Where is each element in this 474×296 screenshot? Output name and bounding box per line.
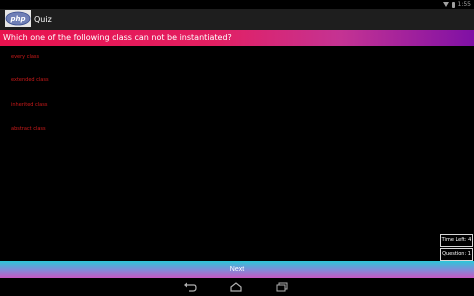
question-banner: Which one of the following class can not…: [0, 30, 474, 46]
recents-icon[interactable]: [275, 282, 289, 292]
app-title: Quiz: [34, 15, 52, 24]
option-2[interactable]: extended class: [11, 77, 49, 84]
status-icons: 1:55: [442, 0, 471, 9]
question-number-box: Question: 1: [440, 248, 473, 261]
home-icon[interactable]: [229, 282, 243, 292]
time-left-box: Time Left: 4: [440, 234, 473, 247]
status-clock: 1:55: [457, 1, 471, 8]
action-bar: php Quiz: [0, 9, 474, 30]
next-button[interactable]: Next: [0, 261, 474, 278]
option-4[interactable]: abstract class: [11, 126, 46, 133]
option-1[interactable]: every class: [11, 54, 39, 61]
back-icon[interactable]: [183, 282, 197, 292]
battery-icon: [451, 1, 455, 8]
next-button-label: Next: [229, 266, 245, 273]
wifi-icon: [442, 2, 449, 7]
logo-text: php: [9, 15, 25, 23]
status-bar: 1:55: [0, 0, 474, 9]
question-text: Which one of the following class can not…: [3, 33, 232, 42]
option-3[interactable]: inherited class: [11, 102, 47, 109]
navigation-bar: [0, 278, 474, 296]
php-logo-icon[interactable]: php: [5, 10, 31, 27]
